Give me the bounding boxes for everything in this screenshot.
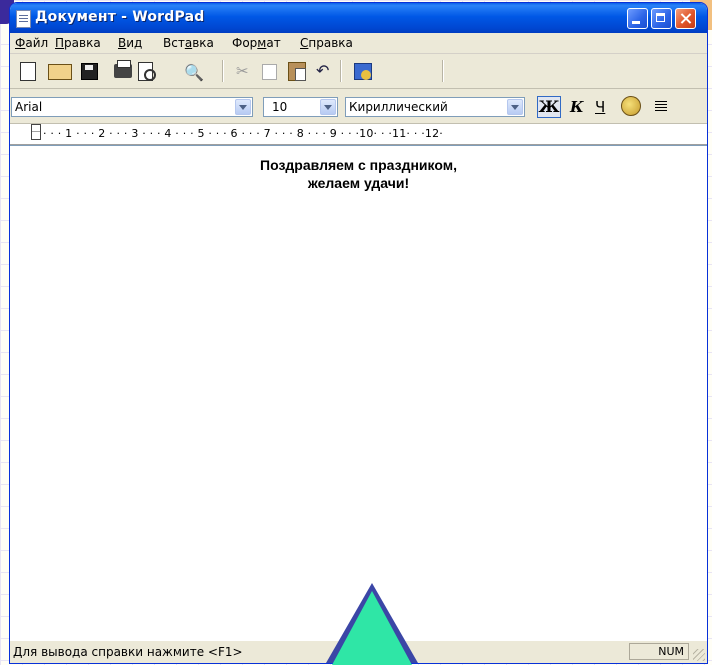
menu-file[interactable]: Файл xyxy=(15,36,48,50)
wordpad-window: Документ - WordPad Файл Правка Вид Встав… xyxy=(9,2,708,664)
bold-button[interactable]: Ж xyxy=(537,96,561,118)
status-help-text: Для вывода справки нажмите <F1> xyxy=(13,645,243,659)
chevron-down-icon[interactable] xyxy=(235,99,251,115)
num-lock-indicator: NUM xyxy=(629,643,689,660)
standard-toolbar: 🔍 ✂ ↶ xyxy=(10,54,707,89)
toolbar-separator xyxy=(340,60,342,82)
document-icon xyxy=(16,10,31,28)
print-preview-icon[interactable] xyxy=(138,62,156,81)
paste-icon[interactable] xyxy=(288,62,306,81)
date-time-icon[interactable] xyxy=(354,63,372,80)
underline-button[interactable]: Ч xyxy=(595,98,605,116)
document-text[interactable]: Поздравляем с праздником, желаем удачи! xyxy=(10,156,707,192)
cut-icon[interactable]: ✂ xyxy=(236,62,249,82)
align-left-icon[interactable] xyxy=(655,101,667,102)
menu-insert[interactable]: Вставка xyxy=(163,36,214,50)
minimize-button[interactable] xyxy=(627,8,648,29)
italic-button[interactable]: К xyxy=(570,98,584,116)
undo-icon[interactable]: ↶ xyxy=(316,61,329,81)
font-size-select[interactable]: 10 xyxy=(263,97,338,117)
maximize-button[interactable] xyxy=(651,8,672,29)
chevron-down-icon[interactable] xyxy=(507,99,523,115)
document-area[interactable]: Поздравляем с праздником, желаем удачи! xyxy=(10,145,707,641)
triangle-overlay xyxy=(332,591,412,665)
indent-marker[interactable] xyxy=(31,124,41,140)
document-line: желаем удачи! xyxy=(307,175,410,191)
menu-help[interactable]: Справка xyxy=(300,36,353,50)
toolbar-separator xyxy=(222,60,224,82)
menu-view[interactable]: Вид xyxy=(118,36,142,50)
document-line: Поздравляем с праздником, xyxy=(260,157,457,173)
ruler-ticks: · · · 1 · · · 2 · · · 3 · · · 4 · · · 5 … xyxy=(43,127,444,140)
open-folder-icon[interactable] xyxy=(48,64,72,80)
menu-edit[interactable]: Правка xyxy=(55,36,101,50)
menu-bar: Файл Правка Вид Вставка Формат Справка xyxy=(10,33,707,54)
copy-icon[interactable] xyxy=(262,64,277,80)
new-document-icon[interactable] xyxy=(20,62,36,81)
save-disk-icon[interactable] xyxy=(81,63,98,80)
font-name-select[interactable]: Arial xyxy=(11,97,253,117)
window-title: Документ - WordPad xyxy=(35,9,205,25)
menu-format[interactable]: Формат xyxy=(232,36,281,50)
close-button[interactable] xyxy=(675,8,696,29)
font-script-select[interactable]: Кириллический xyxy=(345,97,525,117)
resize-grip-icon[interactable] xyxy=(693,649,705,661)
title-bar[interactable]: Документ - WordPad xyxy=(10,3,707,33)
chevron-down-icon[interactable] xyxy=(320,99,336,115)
format-toolbar: Arial 10 Кириллический Ж К Ч xyxy=(10,89,707,124)
toolbar-end-separator xyxy=(442,60,444,82)
find-icon[interactable]: 🔍 xyxy=(184,63,204,83)
print-icon[interactable] xyxy=(114,60,132,78)
ruler: · · · 1 · · · 2 · · · 3 · · · 4 · · · 5 … xyxy=(10,124,707,145)
text-color-icon[interactable] xyxy=(621,96,641,116)
